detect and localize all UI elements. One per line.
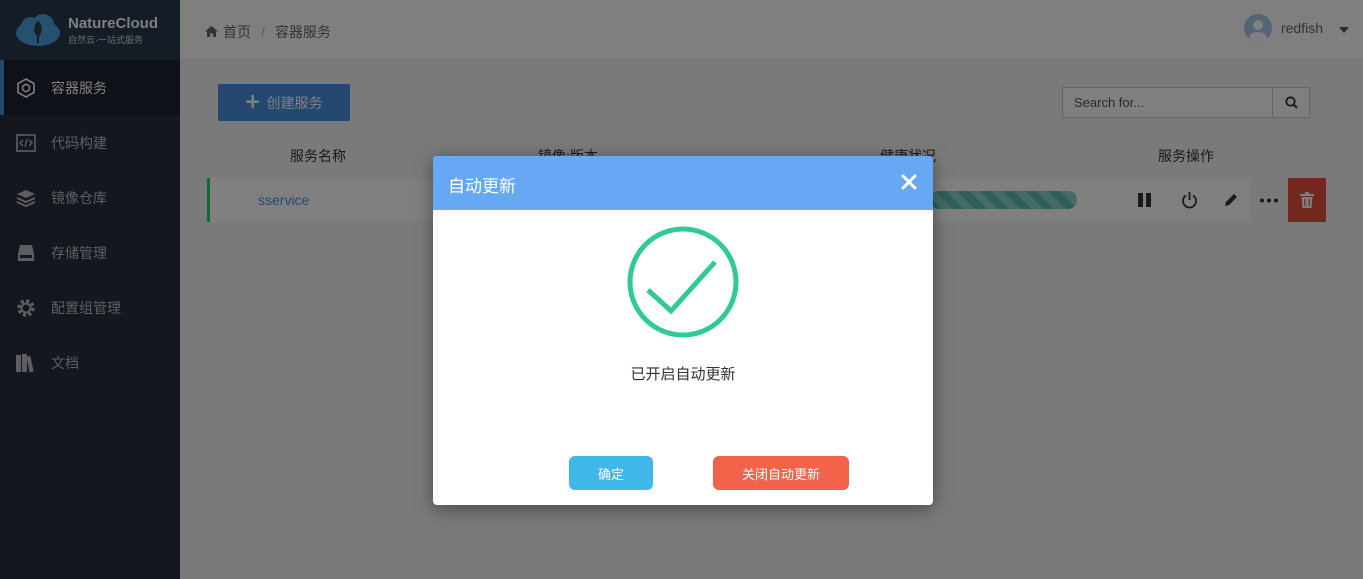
close-icon[interactable] xyxy=(899,172,919,192)
modal-header: 自动更新 xyxy=(433,156,933,210)
modal-message: 已开启自动更新 xyxy=(630,366,736,383)
auto-update-dialog: 自动更新 已开启自动更新 确定 关闭自动更新 xyxy=(433,156,933,505)
disable-auto-update-button[interactable]: 关闭自动更新 xyxy=(713,456,849,490)
modal-title: 自动更新 xyxy=(448,177,516,196)
success-check-icon xyxy=(626,225,740,344)
confirm-button[interactable]: 确定 xyxy=(569,456,653,490)
